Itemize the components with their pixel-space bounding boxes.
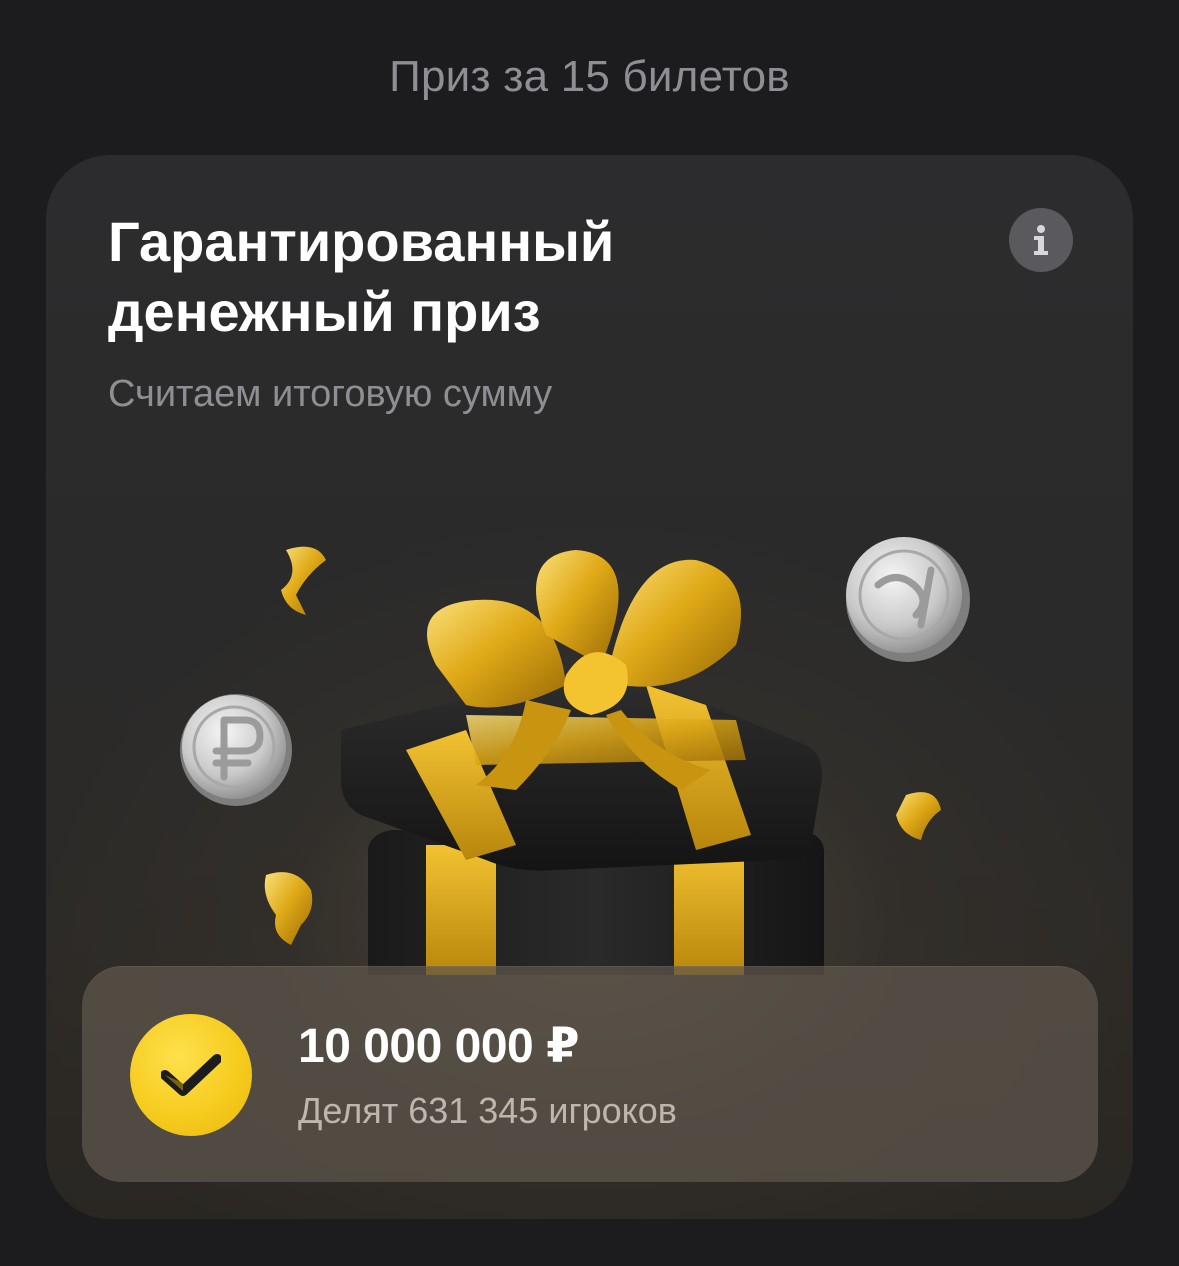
prize-amount: 10 000 000 ₽ bbox=[298, 1020, 579, 1073]
ruble-coin-icon bbox=[180, 694, 292, 806]
info-icon bbox=[1034, 225, 1048, 255]
coin-icon bbox=[846, 537, 970, 662]
confetti-icon bbox=[896, 792, 941, 840]
card-title: Гарантированный денежный приз bbox=[108, 210, 615, 343]
page: Приз за 15 билетов Гарантированный денеж… bbox=[0, 0, 1179, 1266]
prize-badge bbox=[130, 1014, 252, 1136]
check-icon bbox=[161, 1054, 221, 1096]
gift-illustration bbox=[180, 537, 970, 975]
gift-box-icon bbox=[341, 550, 825, 975]
prize-card[interactable]: Гарантированный денежный приз Считаем ит… bbox=[46, 155, 1133, 1219]
confetti-icon bbox=[281, 546, 326, 615]
prize-shared-by: Делят 631 345 игроков bbox=[298, 1090, 677, 1131]
card-subtitle: Считаем итоговую сумму bbox=[108, 373, 553, 415]
prize-panel[interactable]: 10 000 000 ₽ Делят 631 345 игроков bbox=[82, 966, 1098, 1182]
confetti-icon bbox=[264, 872, 313, 945]
section-title: Приз за 15 билетов bbox=[389, 52, 790, 101]
info-button[interactable] bbox=[1009, 208, 1073, 272]
